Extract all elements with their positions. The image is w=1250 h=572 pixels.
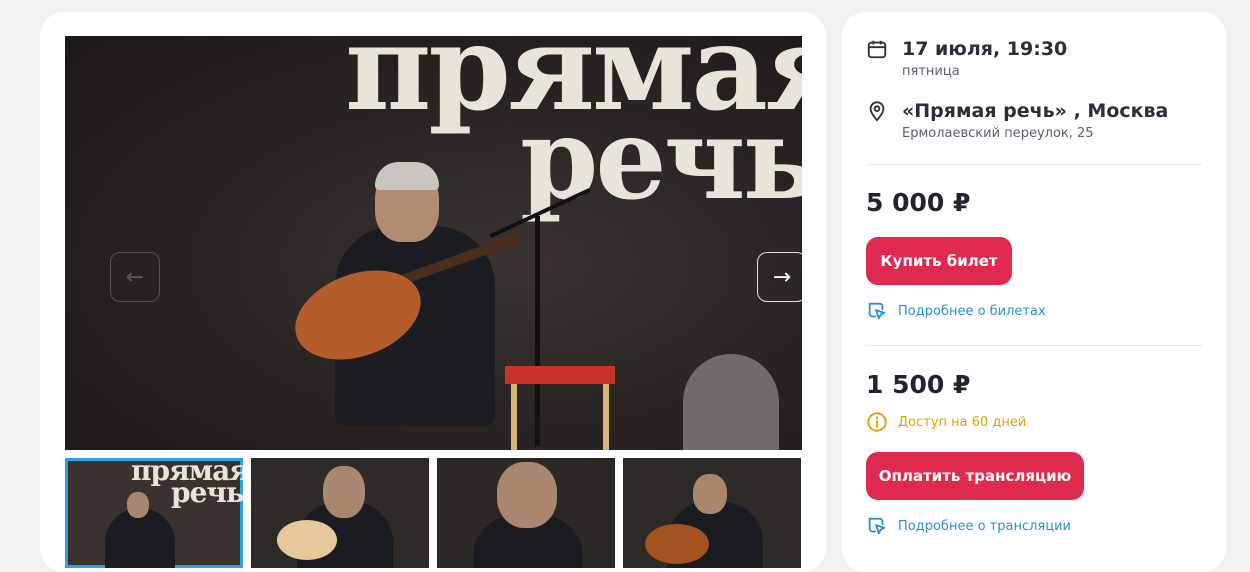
event-date: 17 июля, 19:30: [902, 38, 1068, 60]
venue-sign-line2: речь: [520, 94, 802, 225]
stream-details-link[interactable]: Подробнее о трансляции: [866, 515, 1071, 537]
thumb-guitar: [645, 524, 709, 564]
thumbnail-1[interactable]: прямая речь: [65, 458, 243, 568]
divider: [866, 345, 1202, 346]
info-icon: [867, 412, 887, 432]
event-place-row: «Прямая речь» , Москва Ермолаевский пере…: [866, 100, 1168, 141]
table-leg: [511, 384, 517, 450]
pay-stream-button[interactable]: Оплатить трансляцию: [866, 452, 1084, 500]
thumb-face: [693, 474, 727, 514]
thumb-face: [127, 492, 149, 518]
event-info-card: 17 июля, 19:30 пятница «Прямая речь» , М…: [842, 12, 1226, 572]
thumbnail-2[interactable]: [251, 458, 429, 568]
thumbnail-3[interactable]: [437, 458, 615, 568]
arrow-left-icon: ←: [125, 264, 145, 290]
ticket-details-label: Подробнее о билетах: [898, 303, 1046, 319]
audience-member: [683, 354, 779, 450]
calendar-icon: [867, 40, 887, 59]
thumb-guitar: [277, 520, 337, 560]
performer-hair: [375, 162, 439, 190]
media-card: прямая речь ← → прямая речь: [40, 12, 826, 572]
next-photo-button[interactable]: →: [757, 252, 802, 302]
cursor-click-icon: [868, 517, 886, 535]
prev-photo-button[interactable]: ←: [110, 252, 160, 302]
stream-access-notice: Доступ на 60 дней: [866, 411, 1026, 433]
divider: [866, 164, 1202, 165]
location-pin-icon: [869, 101, 885, 122]
table-leg: [603, 384, 609, 450]
event-weekday: пятница: [902, 64, 960, 79]
venue-name[interactable]: «Прямая речь» , Москва: [902, 100, 1168, 122]
thumbnail-strip: прямая речь: [65, 458, 802, 568]
thumb-face: [323, 466, 365, 518]
stream-access-label: Доступ на 60 дней: [898, 414, 1027, 430]
thumbnail-4[interactable]: [623, 458, 801, 568]
event-photo: прямая речь ← →: [65, 36, 802, 450]
cursor-click-icon: [868, 302, 886, 320]
arrow-right-icon: →: [772, 264, 792, 290]
stage-table: [505, 366, 615, 384]
stream-price: 1 500 ₽: [866, 370, 971, 399]
venue-address: Ермолаевский переулок, 25: [902, 126, 1094, 141]
ticket-price: 5 000 ₽: [866, 188, 971, 217]
stream-details-label: Подробнее о трансляции: [898, 518, 1071, 534]
thumb-face: [497, 462, 557, 528]
buy-ticket-button[interactable]: Купить билет: [866, 237, 1012, 285]
thumb-sign-line2: речь: [171, 476, 243, 509]
ticket-details-link[interactable]: Подробнее о билетах: [866, 300, 1046, 322]
mic-stand: [535, 216, 540, 446]
event-date-row: 17 июля, 19:30 пятница: [866, 38, 1067, 79]
